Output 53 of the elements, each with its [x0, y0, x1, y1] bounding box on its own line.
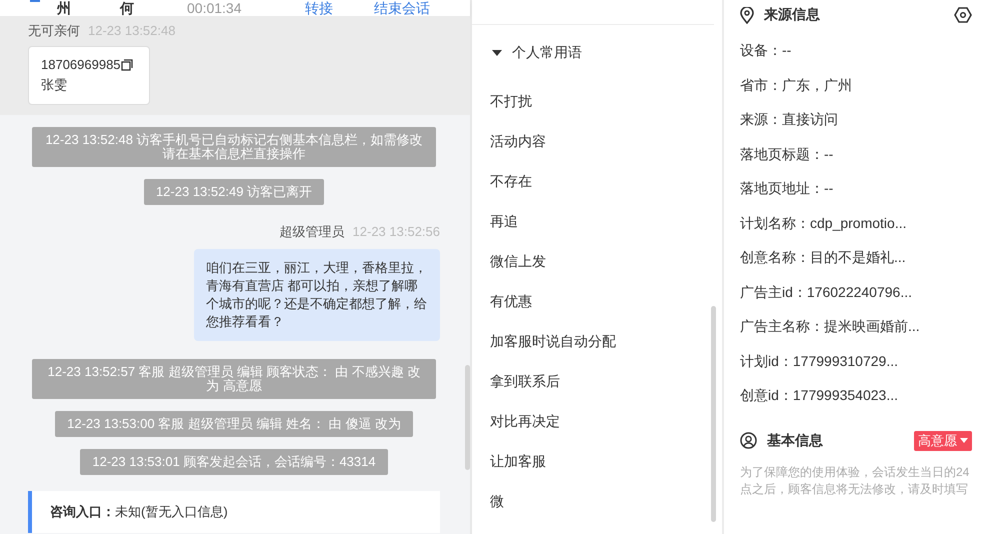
system-notice: 12-23 13:52:49 访客已离开 [144, 179, 324, 205]
phrase-item[interactable]: 再追 [490, 201, 518, 241]
info-field: 落地页标题：-- [740, 144, 972, 178]
phrase-item[interactable]: 微 [490, 481, 504, 521]
menu-icon[interactable] [30, 0, 40, 4]
sender-name: 超级管理员 [280, 224, 345, 239]
caret-icon[interactable] [492, 49, 502, 57]
contact-name: 张雯 [41, 76, 68, 94]
info-field: 省市：广东，广州 [740, 74, 972, 109]
info-field: 落地页地址：-- [740, 178, 972, 212]
status-dropdown[interactable]: 高意愿 [914, 430, 972, 450]
phone-number: 18706969985 [41, 57, 121, 72]
copy-icon[interactable] [120, 58, 133, 70]
system-notice: 12-23 13:53:00 客服 超级管理员 编辑 姓名： 由 傻逼 改为 [55, 411, 413, 437]
info-field: 来源：直接访问 [740, 109, 972, 144]
phrase-item[interactable]: 微信上发 [490, 241, 546, 281]
system-notice: 12-23 13:53:01 顾客发起会话，会话编号：43314 [80, 449, 388, 475]
system-notice: 12-23 13:52:48 访客手机号已自动标记右侧基本信息栏，如需修改请在基本信息栏直接操作 [32, 127, 436, 167]
section-title: 来源信息 [764, 6, 820, 24]
phrase-item[interactable]: 让加客服 [490, 441, 546, 481]
info-field: 广告主名称：提米映画婚前... [740, 316, 972, 350]
info-field: 设备：-- [740, 40, 972, 74]
caret-icon [960, 438, 968, 443]
phrase-item[interactable]: 不打扰 [490, 81, 532, 121]
section-title: 基本信息 [767, 432, 823, 450]
phrase-item[interactable]: 不存在 [490, 161, 532, 201]
scrollbar[interactable] [465, 365, 470, 470]
sender-name: 无可亲何 [28, 23, 80, 38]
message-bubble: 咱们在三亚，丽江，大理，香格里拉，青海有直营店 都可以拍，亲想了解哪个城市的呢？还是不确定都想了解，给您推荐看看？ [194, 249, 440, 341]
info-field: 广告主id：176022240796... [740, 282, 972, 316]
entry-info: 咨询入口：未知(暂无入口信息) [28, 491, 440, 533]
phrase-item[interactable]: 拿到联系后 [490, 361, 560, 401]
message-time: 12-23 13:52:56 [352, 224, 440, 239]
phrase-item[interactable]: 对比再决定 [490, 401, 560, 441]
user-icon [740, 432, 757, 449]
location-icon [740, 6, 754, 24]
system-notice: 12-23 13:52:57 客服 超级管理员 编辑 顾客状态： 由 不感兴趣 改为 高意愿 [32, 359, 436, 399]
header-text: 州 [57, 0, 72, 16]
settings-icon[interactable] [954, 7, 972, 23]
info-field: 创意id：177999354023... [740, 385, 972, 420]
phrase-item[interactable]: 活动内容 [490, 121, 546, 161]
group-title[interactable]: 个人常用语 [512, 44, 582, 62]
header-action[interactable]: 转接 [305, 0, 333, 16]
info-field: 创意名称：目的不是婚礼... [740, 247, 972, 282]
scrollbar[interactable] [711, 306, 716, 522]
header-text: 00:01:34 [187, 0, 242, 16]
phrase-item[interactable]: 加客服时说自动分配 [490, 321, 616, 361]
info-field: 计划id：177999310729... [740, 350, 972, 385]
info-field: 计划名称：cdp_promotio... [740, 212, 972, 247]
header-action[interactable]: 结束会话 [374, 0, 430, 16]
phrase-item[interactable]: 有优惠 [490, 281, 532, 321]
notice-text: 为了保障您的使用体验，会话发生当日的24点之后，顾客信息将无法修改，请及时填写 [740, 464, 970, 498]
header-text: 何 [120, 0, 135, 16]
